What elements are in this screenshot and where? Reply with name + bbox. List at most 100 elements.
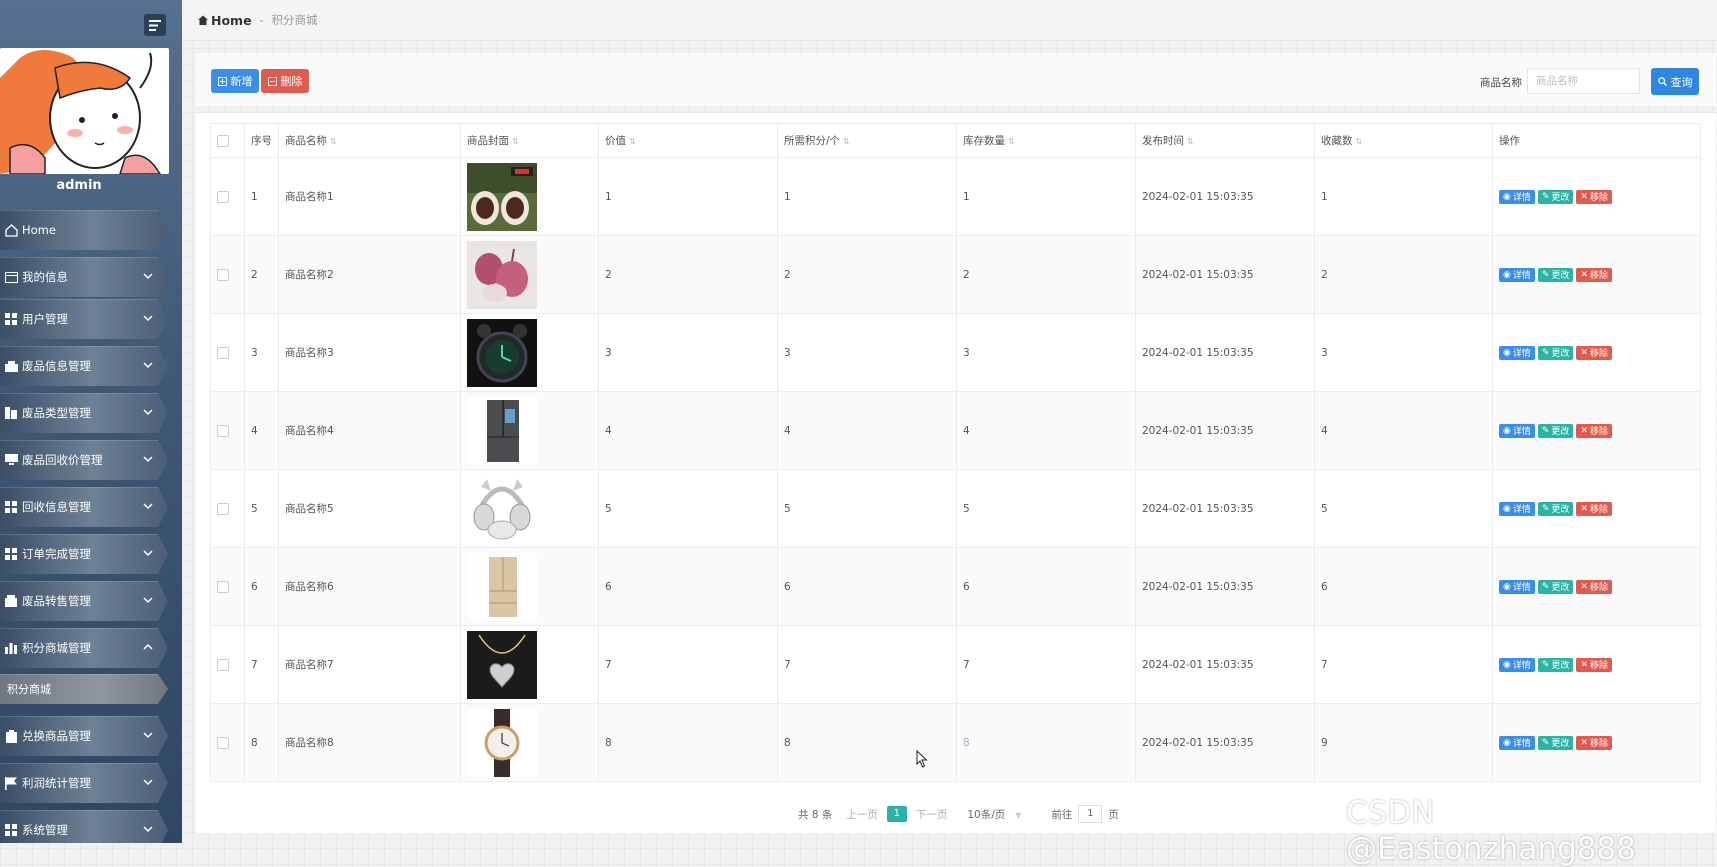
menu-item-points-mall-management[interactable]: 积分商城管理 [0, 628, 168, 668]
table-row: 1 商品名称1 1 1 1 2024-02-01 15:03:35 1 ◉ 详情 … [210, 157, 1701, 236]
column-header[interactable]: 商品名称 ⇅ [278, 123, 461, 158]
cell-points: 3 [777, 313, 957, 392]
cell-name: 商品名称2 [278, 235, 461, 314]
menu-item-profit-stats[interactable]: 利润统计管理 [0, 763, 168, 803]
remove-button[interactable]: ✕ 移除 [1576, 657, 1612, 672]
remove-button[interactable]: ✕ 移除 [1576, 423, 1612, 438]
menu-item-recycle-price[interactable]: 废品回收价管理 [0, 440, 168, 480]
remove-button[interactable]: ✕ 移除 [1576, 345, 1612, 360]
menu-item-home[interactable]: Home [0, 210, 168, 250]
product-image [467, 240, 592, 309]
edit-button[interactable]: ✎ 更改 [1537, 501, 1574, 516]
chevron-down-icon [143, 362, 153, 369]
cell-name: 商品名称4 [278, 391, 461, 470]
cell-stock: 6 [956, 547, 1136, 626]
menu-subitem-points-mall[interactable]: 积分商城 [0, 674, 168, 704]
clipboard-icon [4, 729, 18, 743]
column-header[interactable]: 发布时间 ⇅ [1135, 123, 1315, 158]
edit-button[interactable]: ✎ 更改 [1537, 189, 1574, 204]
remove-button[interactable]: ✕ 移除 [1576, 735, 1612, 750]
menu-item-recycle-info[interactable]: 回收信息管理 [0, 487, 168, 527]
detail-button[interactable]: ◉ 详情 [1499, 267, 1535, 282]
sort-icon[interactable]: ⇅ [1008, 137, 1015, 146]
detail-button[interactable]: ◉ 详情 [1499, 579, 1535, 594]
detail-button[interactable]: ◉ 详情 [1499, 501, 1535, 516]
delete-button[interactable]: 删除 [261, 69, 309, 93]
menu-item-my-info[interactable]: 我的信息 [0, 257, 168, 297]
chevron-down-icon [143, 456, 153, 463]
edit-button[interactable]: ✎ 更改 [1537, 423, 1574, 438]
goto-page-input[interactable]: 1 [1078, 805, 1103, 823]
page-number-current[interactable]: 1 [886, 806, 907, 822]
menu-item-system[interactable]: 系统管理 [0, 810, 168, 843]
row-checkbox[interactable] [217, 580, 229, 593]
row-checkbox[interactable] [217, 424, 229, 437]
column-header[interactable]: 商品封面 ⇅ [460, 123, 599, 158]
column-label: 商品名称 [285, 135, 327, 147]
prev-page-button[interactable]: 上一页 [846, 807, 878, 822]
close-icon: ✕ [1580, 191, 1588, 202]
row-checkbox[interactable] [217, 268, 229, 281]
edit-button[interactable]: ✎ 更改 [1537, 579, 1574, 594]
remove-button[interactable]: ✕ 移除 [1576, 501, 1612, 516]
sort-icon[interactable]: ⇅ [1356, 137, 1363, 146]
cell-name: 商品名称3 [278, 313, 461, 392]
product-image [467, 318, 592, 387]
edit-label: 更改 [1551, 661, 1570, 671]
column-header[interactable]: 库存数量 ⇅ [956, 123, 1136, 158]
row-select-cell [210, 547, 245, 626]
row-checkbox[interactable] [217, 346, 229, 359]
detail-button[interactable]: ◉ 详情 [1499, 345, 1535, 360]
chevron-down-icon [143, 315, 153, 322]
menu-item-exchange-goods[interactable]: 兑换商品管理 [0, 716, 168, 756]
cell-value: 2 [598, 235, 778, 314]
edit-button[interactable]: ✎ 更改 [1537, 267, 1574, 282]
menu-item-resale[interactable]: 废品转售管理 [0, 581, 168, 621]
column-header[interactable]: 收藏数 ⇅ [1314, 123, 1493, 158]
remove-button[interactable]: ✕ 移除 [1576, 267, 1612, 282]
row-checkbox[interactable] [217, 190, 229, 203]
menu-item-order-complete[interactable]: 订单完成管理 [0, 534, 168, 574]
cell-no: 6 [244, 547, 279, 626]
sort-icon[interactable]: ⇅ [512, 137, 519, 146]
row-checkbox[interactable] [217, 502, 229, 515]
query-button[interactable]: 查询 [1651, 68, 1699, 95]
add-button[interactable]: 新增 [211, 69, 259, 93]
edit-button[interactable]: ✎ 更改 [1537, 657, 1574, 672]
toolbar: 新增 删除 商品名称 查询 [196, 53, 1716, 106]
chevron-down-icon: ▼ [1015, 810, 1022, 820]
page-size-value: 10条/页 [967, 808, 1006, 821]
remove-label: 移除 [1589, 505, 1608, 515]
grid-icon [4, 547, 18, 561]
sort-icon[interactable]: ⇅ [629, 137, 636, 146]
row-checkbox[interactable] [217, 736, 229, 749]
breadcrumb-home[interactable]: Home [198, 13, 252, 28]
page-size-select[interactable]: 10条/页 ▼ [967, 807, 1021, 822]
edit-button[interactable]: ✎ 更改 [1537, 735, 1574, 750]
edit-button[interactable]: ✎ 更改 [1537, 345, 1574, 360]
remove-label: 移除 [1589, 193, 1608, 203]
sidebar-toggle-button[interactable] [144, 14, 166, 36]
detail-button[interactable]: ◉ 详情 [1499, 657, 1535, 672]
menu-item-user-management[interactable]: 用户管理 [0, 299, 168, 339]
sort-icon[interactable]: ⇅ [843, 137, 850, 146]
column-header[interactable]: 价值 ⇅ [598, 123, 778, 158]
sort-icon[interactable]: ⇅ [1187, 137, 1194, 146]
search-input[interactable] [1527, 68, 1640, 94]
cell-no: 5 [244, 469, 279, 548]
watermark: CSDN @Eastonzhang888 [1346, 795, 1636, 867]
menu-item-waste-type[interactable]: 废品类型管理 [0, 393, 168, 433]
row-checkbox[interactable] [217, 658, 229, 671]
menu-item-waste-info[interactable]: 废品信息管理 [0, 346, 168, 386]
column-header[interactable]: 所需积分/个 ⇅ [777, 123, 957, 158]
next-page-button[interactable]: 下一页 [916, 807, 948, 822]
product-image [467, 552, 592, 621]
detail-button[interactable]: ◉ 详情 [1499, 735, 1535, 750]
sort-icon[interactable]: ⇅ [330, 137, 337, 146]
detail-button[interactable]: ◉ 详情 [1499, 423, 1535, 438]
remove-button[interactable]: ✕ 移除 [1576, 189, 1612, 204]
select-all-checkbox[interactable] [217, 134, 229, 147]
column-header: 操作 [1492, 123, 1701, 158]
remove-button[interactable]: ✕ 移除 [1576, 579, 1612, 594]
detail-button[interactable]: ◉ 详情 [1499, 189, 1535, 204]
